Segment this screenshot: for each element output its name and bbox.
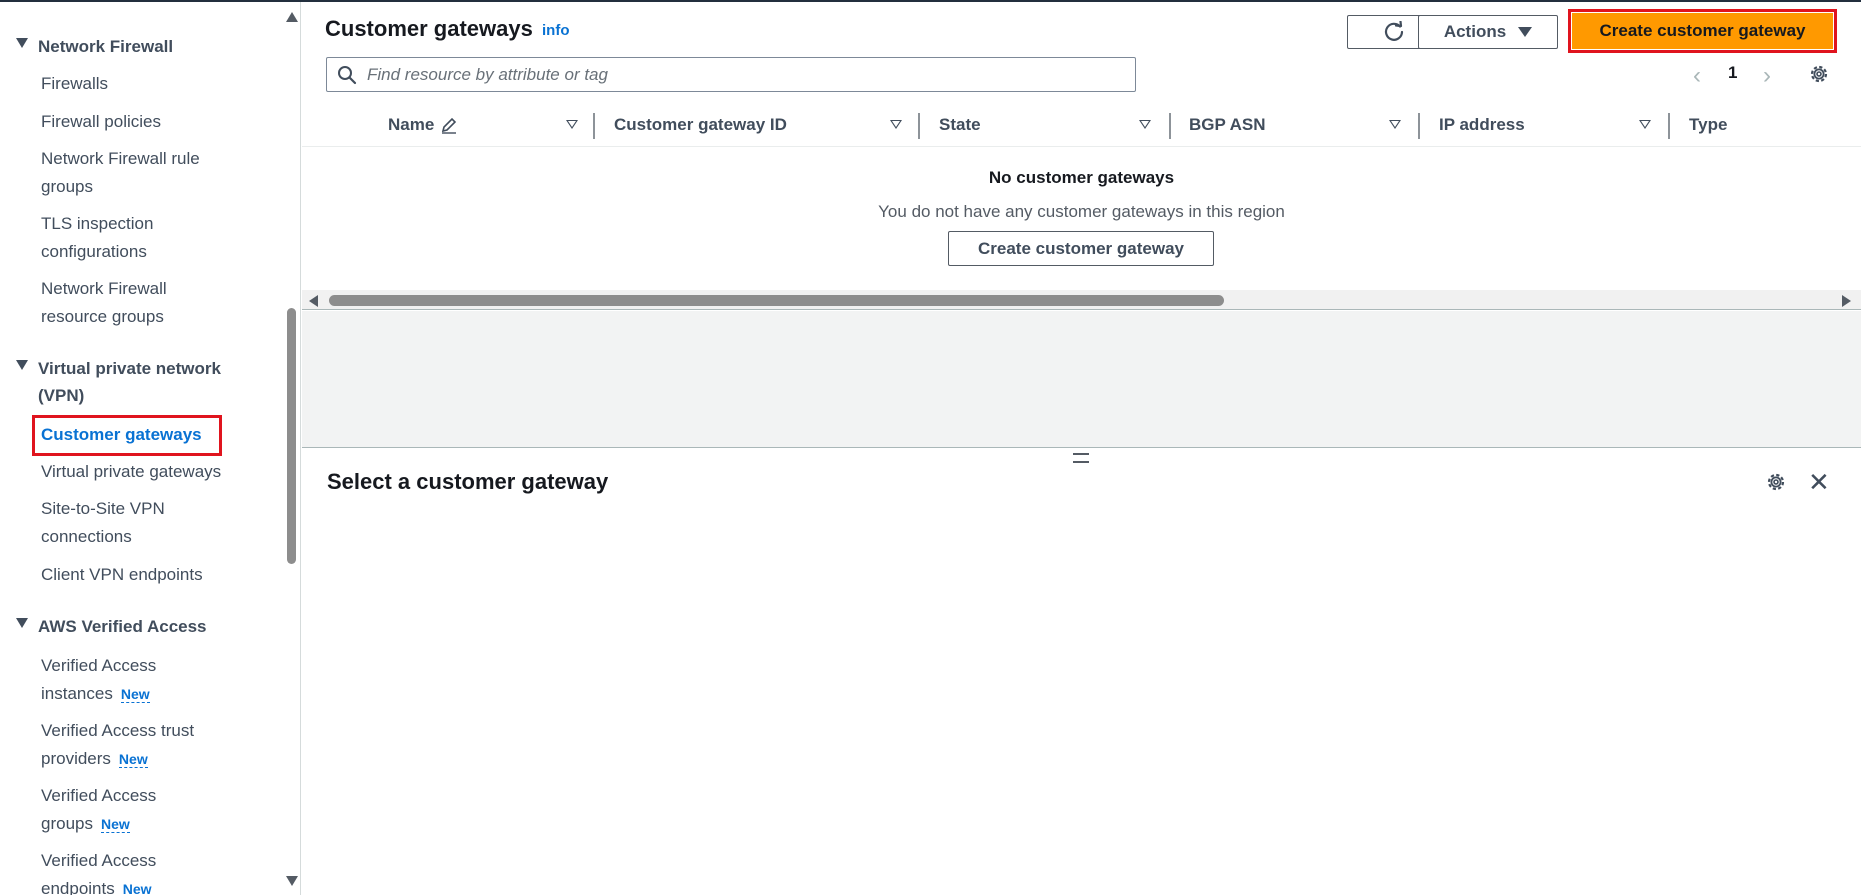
empty-state-title: No customer gateways — [988, 168, 1175, 187]
section-vpn[interactable]: Virtual private network (VPN) — [16, 355, 256, 409]
column-header-name[interactable]: Name — [388, 108, 578, 142]
info-link[interactable]: info — [542, 22, 570, 39]
section-title: Network Firewall — [38, 37, 174, 56]
column-label: Name — [388, 115, 435, 134]
scroll-down-arrow-icon[interactable] — [286, 876, 298, 886]
sidebar-item-label: Verified Access groups — [41, 786, 157, 833]
column-label: Customer gateway ID — [614, 115, 787, 134]
column-label: Type — [1689, 115, 1728, 134]
empty-state-subtitle: You do not have any customer gateways in… — [878, 202, 1285, 221]
empty-state-create-button[interactable]: Create customer gateway — [948, 231, 1214, 266]
sidebar-item-verified-access-trust-providers[interactable]: Verified Access trust providers New — [41, 717, 231, 773]
search-icon — [338, 65, 357, 84]
column-divider[interactable] — [1169, 113, 1171, 139]
column-header-type[interactable]: Type — [1689, 108, 1839, 142]
column-divider[interactable] — [593, 113, 595, 139]
resize-handle-icon[interactable] — [1073, 453, 1089, 463]
refresh-icon — [1384, 21, 1404, 41]
column-header-customer-gateway-id[interactable]: Customer gateway ID — [614, 108, 902, 142]
actions-dropdown-button[interactable]: Actions — [1418, 15, 1558, 49]
sidebar-scroll-thumb[interactable] — [287, 308, 296, 564]
actions-label: Actions — [1443, 22, 1507, 41]
section-title: AWS Verified Access — [38, 617, 207, 636]
sidebar-item-customer-gateways[interactable]: Customer gateways — [41, 421, 202, 449]
section-title: Virtual private network (VPN) — [38, 359, 221, 405]
expand-triangle-icon — [16, 618, 28, 628]
expand-triangle-icon — [16, 38, 28, 48]
sidebar-item-label: Verified Access trust providers — [41, 721, 195, 768]
search-field[interactable] — [326, 57, 1136, 92]
section-network-firewall[interactable]: Network Firewall — [16, 33, 173, 60]
caret-down-icon — [1518, 27, 1533, 37]
expand-triangle-icon — [16, 360, 28, 370]
sort-icon[interactable] — [566, 120, 578, 129]
column-divider[interactable] — [918, 113, 920, 139]
scroll-up-arrow-icon[interactable] — [286, 12, 298, 22]
column-header-bgp-asn[interactable]: BGP ASN — [1189, 108, 1401, 142]
close-icon[interactable]: ✕ — [1808, 469, 1830, 495]
sort-icon[interactable] — [1639, 120, 1651, 129]
split-panel-title: Select a customer gateway — [327, 469, 609, 494]
new-badge: New — [118, 751, 148, 768]
column-divider[interactable] — [1668, 113, 1670, 139]
previous-page-icon[interactable]: ‹ — [1693, 62, 1701, 90]
sidebar-item-firewalls[interactable]: Firewalls — [41, 70, 108, 98]
sort-icon[interactable] — [890, 120, 902, 129]
column-header-ip-address[interactable]: IP address — [1439, 108, 1651, 142]
sidebar-item-verified-access-instances[interactable]: Verified Access instances New — [41, 652, 201, 708]
sort-icon[interactable] — [1389, 120, 1401, 129]
search-input[interactable] — [365, 63, 1105, 86]
column-label: BGP ASN — [1189, 115, 1266, 134]
current-page-number[interactable]: 1 — [1728, 63, 1737, 83]
sidebar-item-site-to-site-vpn-connections[interactable]: Site-to-Site VPN connections — [41, 495, 201, 551]
column-divider[interactable] — [1418, 113, 1420, 139]
create-customer-gateway-button[interactable]: Create customer gateway — [1572, 13, 1833, 49]
column-label: State — [939, 115, 981, 134]
column-header-state[interactable]: State — [939, 108, 1151, 142]
sidebar-item-verified-access-groups[interactable]: Verified Access groups New — [41, 782, 181, 838]
page-title: Customer gateways — [325, 16, 533, 41]
scroll-left-arrow-icon[interactable] — [309, 295, 318, 307]
split-panel-settings-gear-icon[interactable] — [1765, 471, 1787, 498]
new-badge: New — [120, 686, 150, 703]
sort-icon[interactable] — [1139, 120, 1151, 129]
scroll-right-arrow-icon[interactable] — [1842, 295, 1851, 307]
section-aws-verified-access[interactable]: AWS Verified Access — [16, 613, 207, 640]
split-panel-gap — [302, 311, 1861, 448]
horizontal-scroll-thumb[interactable] — [329, 295, 1224, 306]
sidebar-item-client-vpn-endpoints[interactable]: Client VPN endpoints — [41, 561, 203, 589]
sidebar-navigation: Network Firewall Firewalls Firewall poli… — [0, 2, 301, 895]
new-badge: New — [122, 881, 152, 895]
edit-pencil-icon — [442, 117, 457, 134]
new-badge: New — [100, 816, 130, 833]
table-settings-gear-icon[interactable] — [1808, 63, 1830, 90]
sidebar-item-virtual-private-gateways[interactable]: Virtual private gateways — [41, 458, 221, 486]
sidebar-item-firewall-policies[interactable]: Firewall policies — [41, 108, 161, 136]
next-page-icon[interactable]: › — [1763, 62, 1771, 90]
column-label: IP address — [1439, 115, 1525, 134]
sidebar-item-verified-access-endpoints[interactable]: Verified Access endpoints New — [41, 847, 201, 895]
sidebar-item-network-firewall-resource-groups[interactable]: Network Firewall resource groups — [41, 275, 231, 331]
split-panel-divider — [302, 447, 1861, 448]
